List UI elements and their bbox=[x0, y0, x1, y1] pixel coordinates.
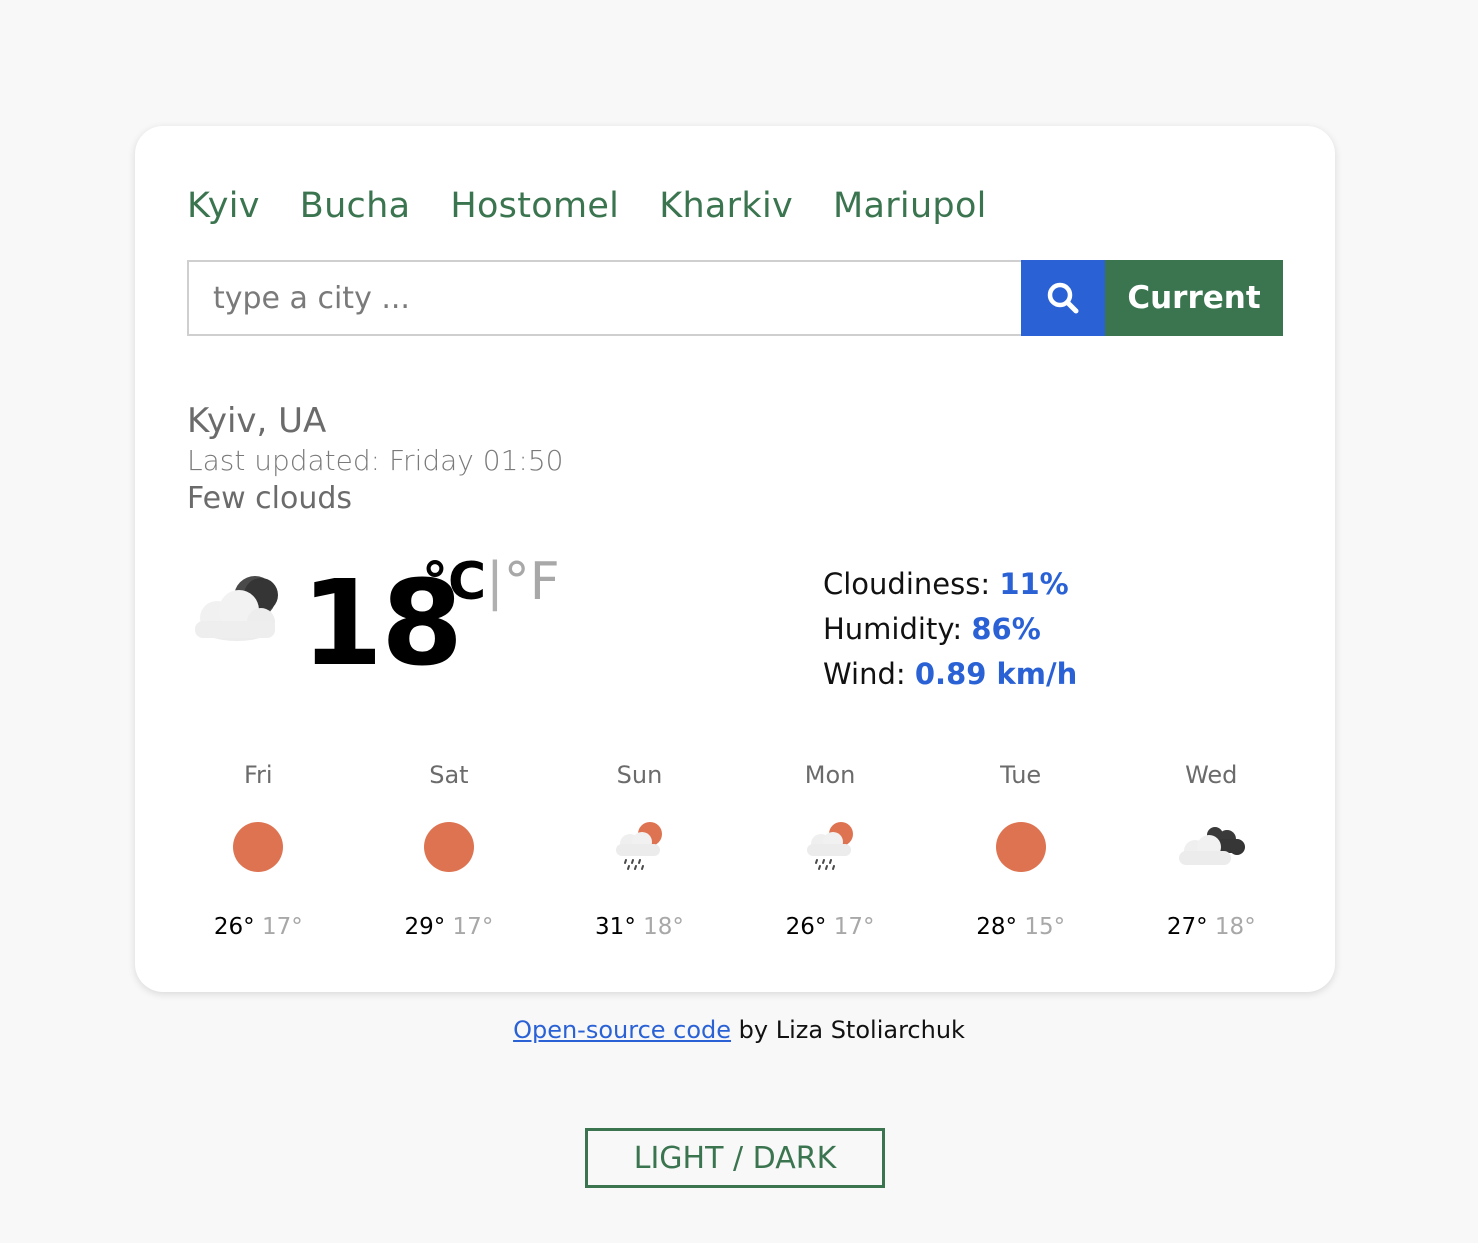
forecast: Fri 26° 17° Sat 29° 17° Sun 31° 18° Mon … bbox=[163, 758, 1307, 942]
forecast-day: Wed 27° 18° bbox=[1116, 758, 1307, 942]
city-link-kharkiv[interactable]: Kharkiv bbox=[659, 184, 793, 228]
footer: Open-source code by Liza Stoliarchuk bbox=[0, 1013, 1478, 1047]
weather-stats: Cloudiness: 11% Humidity: 86% Wind: 0.89… bbox=[823, 562, 1077, 697]
search-icon bbox=[1047, 282, 1079, 314]
sun-icon bbox=[163, 810, 354, 884]
search-form: Current bbox=[187, 260, 1283, 336]
forecast-max: 29° bbox=[404, 914, 446, 940]
forecast-min: 17° bbox=[261, 914, 303, 940]
forecast-max: 27° bbox=[1166, 914, 1208, 940]
current-location-button[interactable]: Current bbox=[1105, 260, 1283, 336]
last-updated: Last updated: Friday 01:50 bbox=[187, 444, 564, 477]
forecast-temps: 31° 18° bbox=[544, 912, 735, 942]
forecast-max: 26° bbox=[785, 914, 827, 940]
forecast-day: Mon 26° 17° bbox=[735, 758, 926, 942]
weather-description: Few clouds bbox=[187, 481, 353, 516]
open-source-link[interactable]: Open-source code bbox=[513, 1016, 731, 1044]
cloudiness-row: Cloudiness: 11% bbox=[823, 562, 1077, 607]
forecast-day: Fri 26° 17° bbox=[163, 758, 354, 942]
humidity-row: Humidity: 86% bbox=[823, 607, 1077, 652]
forecast-max: 26° bbox=[213, 914, 255, 940]
forecast-min: 17° bbox=[452, 914, 494, 940]
unit-separator: | bbox=[486, 552, 504, 612]
weather-card: Kyiv Bucha Hostomel Kharkiv Mariupol Cur… bbox=[135, 126, 1335, 992]
broken-clouds-icon bbox=[1116, 810, 1307, 884]
forecast-max: 31° bbox=[595, 914, 636, 940]
city-link-hostomel[interactable]: Hostomel bbox=[450, 184, 619, 228]
forecast-day-name: Sat bbox=[429, 761, 469, 789]
forecast-day-name: Fri bbox=[244, 761, 273, 789]
sun-icon bbox=[925, 810, 1116, 884]
forecast-temps: 28° 15° bbox=[925, 912, 1116, 942]
forecast-min: 15° bbox=[1024, 914, 1066, 940]
search-button[interactable] bbox=[1021, 260, 1105, 336]
unit-toggle: °C|°F bbox=[422, 554, 560, 610]
forecast-day-name: Tue bbox=[1000, 761, 1042, 789]
wind-label: Wind: bbox=[823, 657, 915, 691]
forecast-min: 18° bbox=[1214, 914, 1256, 940]
author-credit: by Liza Stoliarchuk bbox=[731, 1016, 965, 1044]
forecast-day-name: Sun bbox=[616, 761, 663, 789]
city-links: Kyiv Bucha Hostomel Kharkiv Mariupol bbox=[187, 184, 987, 228]
city-link-kyiv[interactable]: Kyiv bbox=[187, 184, 260, 228]
forecast-day: Sat 29° 17° bbox=[354, 758, 545, 942]
forecast-temps: 26° 17° bbox=[163, 912, 354, 942]
sun-rain-icon bbox=[735, 810, 926, 884]
cloudiness-value: 11% bbox=[999, 567, 1069, 601]
humidity-label: Humidity: bbox=[823, 612, 972, 646]
forecast-day: Sun 31° 18° bbox=[544, 758, 735, 942]
forecast-min: 17° bbox=[833, 914, 875, 940]
forecast-temps: 26° 17° bbox=[735, 912, 926, 942]
sun-icon bbox=[354, 810, 545, 884]
celsius-link[interactable]: °C bbox=[422, 552, 486, 612]
sun-rain-icon bbox=[544, 810, 735, 884]
wind-value: 0.89 km/h bbox=[914, 657, 1078, 691]
city-link-bucha[interactable]: Bucha bbox=[300, 184, 411, 228]
forecast-day-name: Wed bbox=[1185, 761, 1238, 789]
city-link-mariupol[interactable]: Mariupol bbox=[833, 184, 987, 228]
few-clouds-night-icon bbox=[187, 574, 283, 646]
forecast-temps: 29° 17° bbox=[354, 912, 545, 942]
forecast-temps: 27° 18° bbox=[1116, 912, 1307, 942]
cloudiness-label: Cloudiness: bbox=[823, 567, 1000, 601]
forecast-min: 18° bbox=[643, 914, 684, 940]
forecast-max: 28° bbox=[976, 914, 1018, 940]
humidity-value: 86% bbox=[971, 612, 1041, 646]
fahrenheit-link[interactable]: °F bbox=[504, 552, 560, 612]
city-search-input[interactable] bbox=[187, 260, 1021, 336]
theme-toggle-button[interactable]: LIGHT / DARK bbox=[585, 1128, 885, 1188]
location-title: Kyiv, UA bbox=[187, 401, 327, 441]
forecast-day: Tue 28° 15° bbox=[925, 758, 1116, 942]
forecast-day-name: Mon bbox=[804, 761, 856, 789]
wind-row: Wind: 0.89 km/h bbox=[823, 652, 1077, 697]
